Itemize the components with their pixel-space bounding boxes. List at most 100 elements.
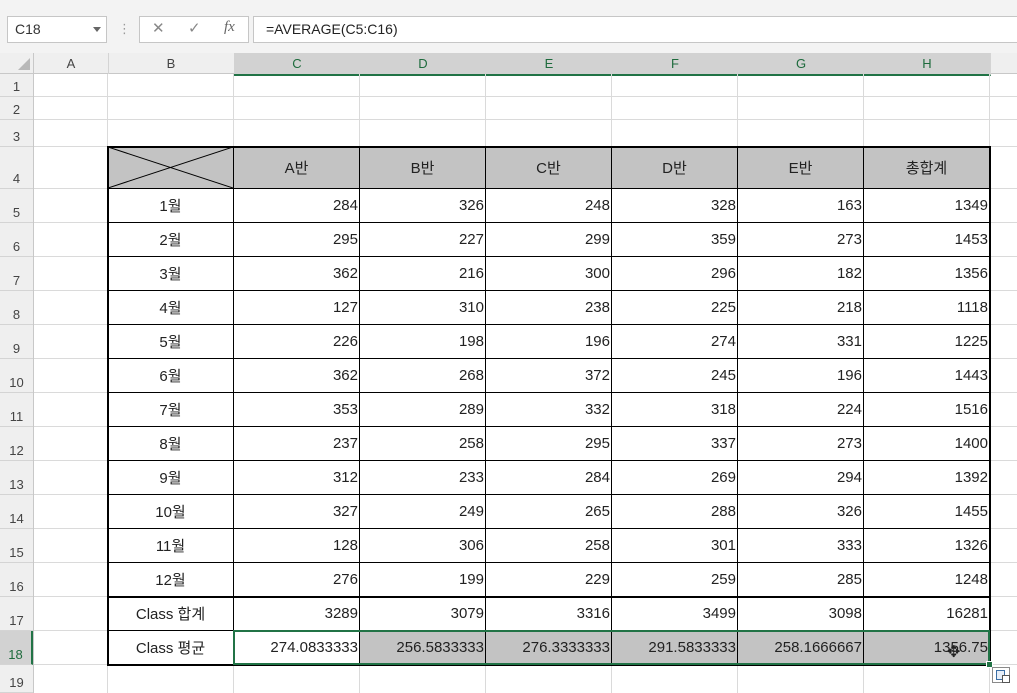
table-header-cell[interactable]: C반 [486, 147, 612, 189]
value-cell[interactable]: 226 [234, 325, 360, 359]
row-header-18[interactable]: 18 [0, 631, 33, 665]
row-label-cell[interactable]: 9월 [108, 461, 234, 495]
value-cell[interactable]: 237 [234, 427, 360, 461]
value-cell[interactable]: 318 [612, 393, 738, 427]
row-label-cell[interactable]: 10월 [108, 495, 234, 529]
row-header-13[interactable]: 13 [0, 461, 33, 495]
value-cell[interactable]: 326 [738, 495, 864, 529]
value-cell[interactable]: 1516 [864, 393, 990, 427]
value-cell[interactable]: 248 [486, 189, 612, 223]
value-cell[interactable]: 1392 [864, 461, 990, 495]
name-box[interactable]: C18 [7, 16, 107, 43]
value-cell[interactable]: 259 [612, 563, 738, 597]
table-header-cell[interactable]: 총합계 [864, 147, 990, 189]
value-cell[interactable]: 163 [738, 189, 864, 223]
value-cell[interactable]: 326 [360, 189, 486, 223]
table-header-cell[interactable]: E반 [738, 147, 864, 189]
cancel-icon[interactable]: ✕ [152, 19, 165, 37]
value-cell[interactable]: 1443 [864, 359, 990, 393]
row-label-cell[interactable]: 6월 [108, 359, 234, 393]
row-header-12[interactable]: 12 [0, 427, 33, 461]
row-header-3[interactable]: 3 [0, 120, 33, 147]
value-cell[interactable]: 295 [234, 223, 360, 257]
value-cell[interactable]: 198 [360, 325, 486, 359]
row-label-cell[interactable]: 7월 [108, 393, 234, 427]
column-header-h[interactable]: H [864, 53, 991, 76]
row-label-cell[interactable]: 3월 [108, 257, 234, 291]
value-cell[interactable]: 196 [486, 325, 612, 359]
row-header-10[interactable]: 10 [0, 359, 33, 393]
value-cell[interactable]: 182 [738, 257, 864, 291]
value-cell[interactable]: 1455 [864, 495, 990, 529]
value-cell[interactable]: 306 [360, 529, 486, 563]
value-cell[interactable]: 333 [738, 529, 864, 563]
value-cell[interactable]: 265 [486, 495, 612, 529]
value-cell[interactable]: 274.0833333 [234, 631, 360, 665]
value-cell[interactable]: 372 [486, 359, 612, 393]
row-header-1[interactable]: 1 [0, 74, 33, 97]
value-cell[interactable]: 274 [612, 325, 738, 359]
value-cell[interactable]: 1326 [864, 529, 990, 563]
value-cell[interactable]: 291.5833333 [612, 631, 738, 665]
row-header-19[interactable]: 19 [0, 665, 33, 693]
value-cell[interactable]: 225 [612, 291, 738, 325]
value-cell[interactable]: 238 [486, 291, 612, 325]
value-cell[interactable]: 199 [360, 563, 486, 597]
value-cell[interactable]: 289 [360, 393, 486, 427]
value-cell[interactable]: 269 [612, 461, 738, 495]
value-cell[interactable]: 3098 [738, 597, 864, 631]
row-header-4[interactable]: 4 [0, 147, 33, 189]
value-cell[interactable]: 332 [486, 393, 612, 427]
value-cell[interactable]: 256.5833333 [360, 631, 486, 665]
enter-icon[interactable]: ✓ [188, 19, 201, 37]
value-cell[interactable]: 3316 [486, 597, 612, 631]
value-cell[interactable]: 284 [486, 461, 612, 495]
value-cell[interactable]: 1356 [864, 257, 990, 291]
table-header-cell[interactable]: D반 [612, 147, 738, 189]
row-header-8[interactable]: 8 [0, 291, 33, 325]
diagonal-header-cell[interactable] [108, 147, 234, 189]
row-header-11[interactable]: 11 [0, 393, 33, 427]
value-cell[interactable]: 216 [360, 257, 486, 291]
select-all-button[interactable] [0, 53, 34, 74]
value-cell[interactable]: 1118 [864, 291, 990, 325]
row-label-cell[interactable]: Class 평균 [108, 631, 234, 665]
value-cell[interactable]: 328 [612, 189, 738, 223]
value-cell[interactable]: 300 [486, 257, 612, 291]
value-cell[interactable]: 310 [360, 291, 486, 325]
row-header-16[interactable]: 16 [0, 563, 33, 597]
row-header-7[interactable]: 7 [0, 257, 33, 291]
value-cell[interactable]: 362 [234, 359, 360, 393]
value-cell[interactable]: 337 [612, 427, 738, 461]
column-header-d[interactable]: D [360, 53, 487, 76]
value-cell[interactable]: 245 [612, 359, 738, 393]
row-header-15[interactable]: 15 [0, 529, 33, 563]
value-cell[interactable]: 258 [486, 529, 612, 563]
value-cell[interactable]: 224 [738, 393, 864, 427]
column-header-g[interactable]: G [738, 53, 865, 76]
value-cell[interactable]: 353 [234, 393, 360, 427]
value-cell[interactable]: 3079 [360, 597, 486, 631]
value-cell[interactable]: 299 [486, 223, 612, 257]
row-label-cell[interactable]: Class 합계 [108, 597, 234, 631]
value-cell[interactable]: 268 [360, 359, 486, 393]
column-header-a[interactable]: A [34, 53, 109, 74]
row-header-9[interactable]: 9 [0, 325, 33, 359]
column-header-c[interactable]: C [234, 53, 361, 76]
value-cell[interactable]: 312 [234, 461, 360, 495]
value-cell[interactable]: 285 [738, 563, 864, 597]
column-header-b[interactable]: B [108, 53, 235, 74]
value-cell[interactable]: 331 [738, 325, 864, 359]
chevron-down-icon[interactable] [93, 27, 101, 32]
value-cell[interactable]: 359 [612, 223, 738, 257]
value-cell[interactable]: 218 [738, 291, 864, 325]
value-cell[interactable]: 3499 [612, 597, 738, 631]
formula-input[interactable]: =AVERAGE(C5:C16) [253, 16, 1017, 43]
value-cell[interactable]: 288 [612, 495, 738, 529]
value-cell[interactable]: 127 [234, 291, 360, 325]
value-cell[interactable]: 1349 [864, 189, 990, 223]
value-cell[interactable]: 1400 [864, 427, 990, 461]
value-cell[interactable]: 327 [234, 495, 360, 529]
value-cell[interactable]: 276.3333333 [486, 631, 612, 665]
column-header-f[interactable]: F [612, 53, 739, 76]
